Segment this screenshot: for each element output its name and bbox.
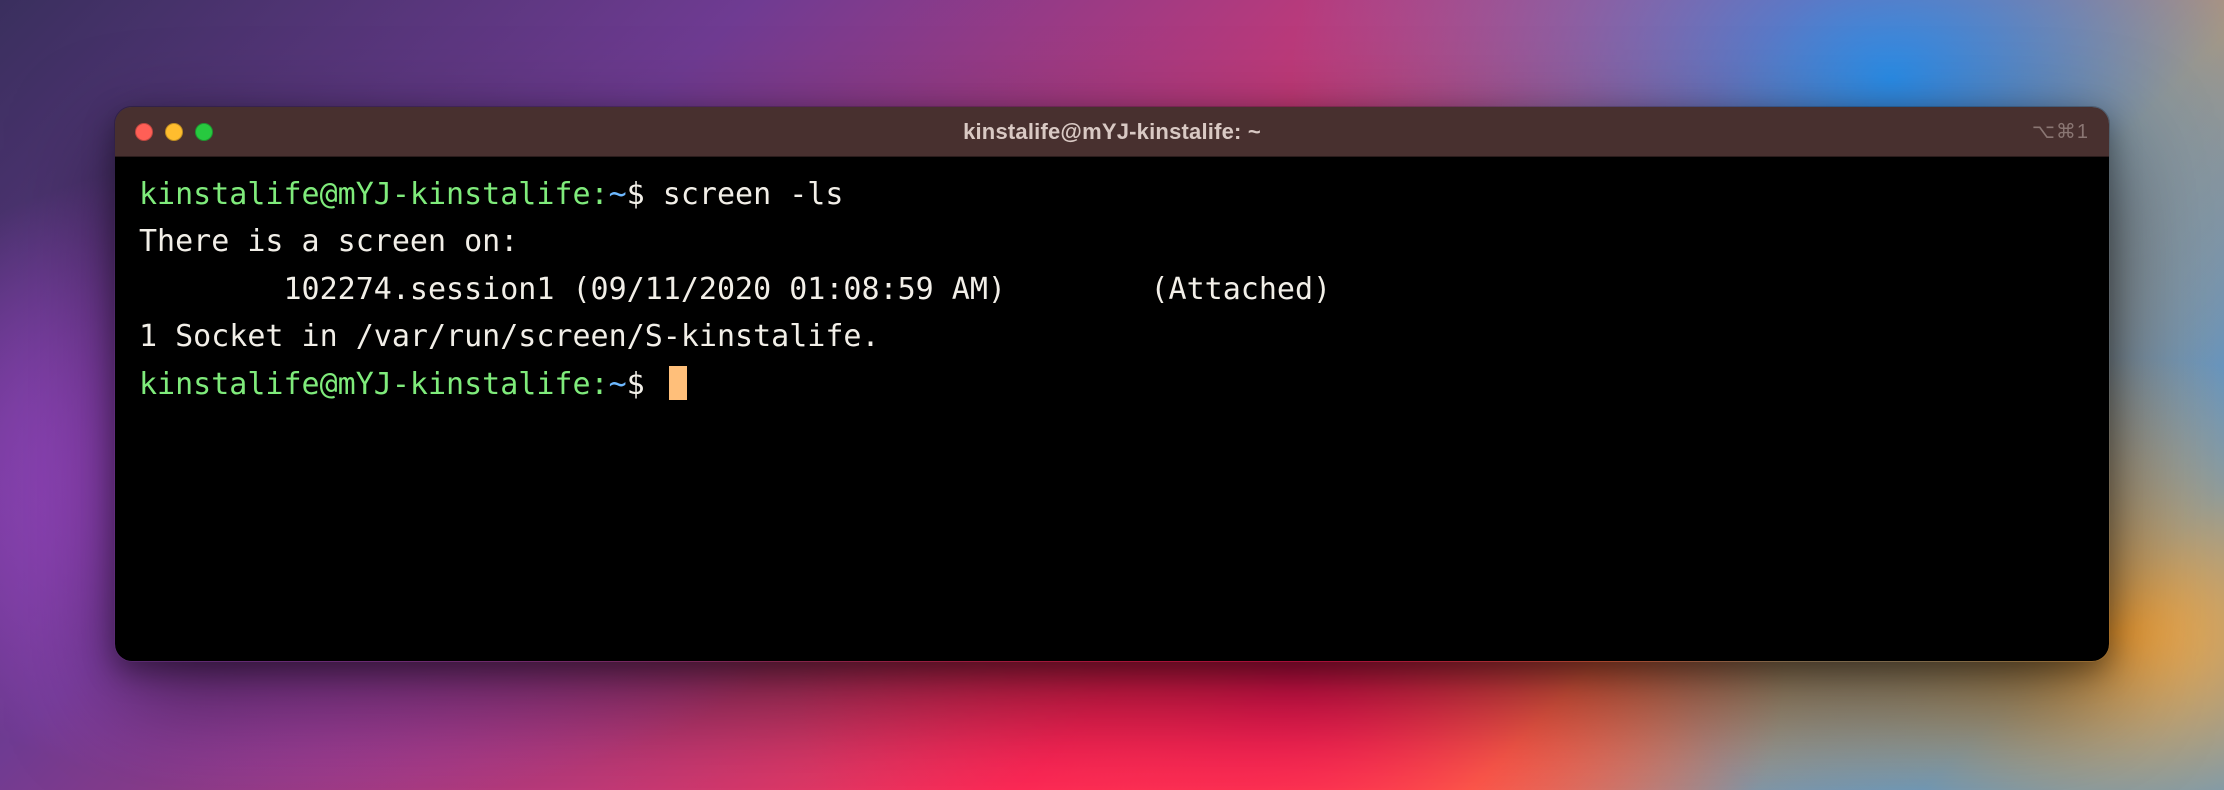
output-line-2: 102274.session1 (09/11/2020 01:08:59 AM)… [139, 266, 2085, 313]
terminal-window: kinstalife@mYJ-kinstalife: ~ ⌥⌘1 kinstal… [114, 106, 2110, 662]
traffic-lights [135, 123, 213, 141]
prompt-line-2: kinstalife@mYJ-kinstalife:~$ [139, 361, 2085, 408]
prompt-dollar: $ [627, 177, 645, 212]
window-title: kinstalife@mYJ-kinstalife: ~ [115, 119, 2109, 145]
minimize-icon[interactable] [165, 123, 183, 141]
prompt-path: ~ [609, 367, 627, 402]
prompt-dollar: $ [627, 367, 645, 402]
output-line-1: There is a screen on: [139, 218, 2085, 265]
terminal-body[interactable]: kinstalife@mYJ-kinstalife:~$ screen -lsT… [115, 157, 2109, 661]
prompt-userhost: kinstalife@mYJ-kinstalife [139, 177, 591, 212]
title-bar: kinstalife@mYJ-kinstalife: ~ ⌥⌘1 [115, 107, 2109, 157]
zoom-icon[interactable] [195, 123, 213, 141]
prompt-userhost: kinstalife@mYJ-kinstalife [139, 367, 591, 402]
cursor-icon [669, 366, 687, 400]
prompt-sep: : [591, 367, 609, 402]
close-icon[interactable] [135, 123, 153, 141]
prompt-path: ~ [609, 177, 627, 212]
output-line-3: 1 Socket in /var/run/screen/S-kinstalife… [139, 313, 2085, 360]
prompt-sep: : [591, 177, 609, 212]
prompt-line-1: kinstalife@mYJ-kinstalife:~$ screen -ls [139, 171, 2085, 218]
command-text: screen -ls [663, 177, 844, 212]
shortcut-hint: ⌥⌘1 [2032, 119, 2089, 144]
